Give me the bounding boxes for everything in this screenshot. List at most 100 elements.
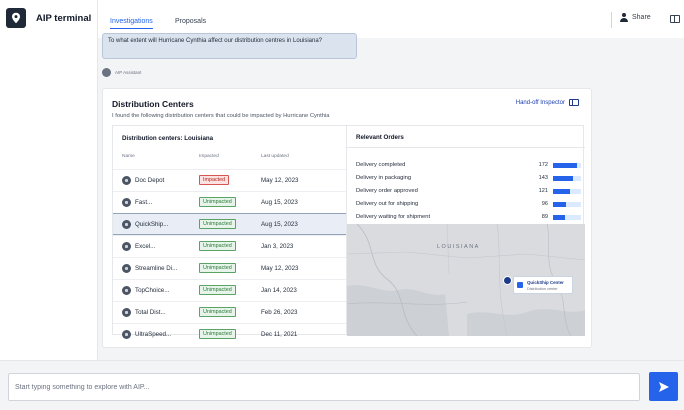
order-count: 121 — [538, 188, 548, 194]
order-count: 96 — [541, 201, 548, 207]
inspector-panel-icon — [569, 99, 579, 106]
distribution-table: Distribution centers: Louisiana Name Imp… — [113, 126, 347, 339]
order-bar-track — [553, 215, 581, 220]
status-badge: Unimpacted — [199, 241, 236, 251]
composer — [0, 360, 684, 410]
status-badge: Unimpacted — [199, 197, 236, 207]
app-title: AIP terminal — [36, 13, 92, 24]
tooltip-subtitle: Distribution center — [527, 287, 558, 291]
row-last-updated: May 12, 2023 — [261, 265, 299, 272]
app-rail: AIP terminal — [0, 0, 98, 410]
warehouse-icon — [122, 242, 131, 251]
tooltip-title: QuickShip Center — [527, 280, 564, 285]
order-bar — [553, 163, 577, 168]
share-button[interactable]: Share — [620, 13, 651, 22]
row-name: Excel... — [135, 243, 156, 250]
row-last-updated: Jan 14, 2023 — [261, 287, 297, 294]
table-row[interactable]: TopChoice... Unimpacted Jan 14, 2023 — [113, 279, 346, 301]
person-icon — [620, 13, 628, 22]
order-bar — [553, 176, 573, 181]
map[interactable]: LOUISIANA QuickShip Center Distribution … — [347, 224, 585, 336]
warehouse-icon — [122, 198, 131, 207]
order-bar-track — [553, 163, 581, 168]
order-bar — [553, 215, 566, 220]
order-bar-track — [553, 189, 581, 194]
order-bar — [553, 189, 570, 194]
table-row[interactable]: QuickShip... Unimpacted Aug 15, 2023 — [113, 213, 346, 235]
relevant-orders-pane: Relevant Orders Delivery completed 172 Del… — [347, 126, 585, 336]
status-badge: Impacted — [199, 175, 230, 185]
warehouse-icon — [122, 308, 131, 317]
order-label: Delivery in packaging — [356, 175, 412, 181]
warehouse-icon — [122, 264, 131, 273]
column-header-name[interactable]: Name — [122, 154, 135, 159]
table-row[interactable]: Fast... Unimpacted Aug 15, 2023 — [113, 191, 346, 213]
distribution-centers-card: Distribution Centers I found the followi… — [102, 88, 592, 348]
warehouse-icon — [122, 286, 131, 295]
row-name: Doc Depot — [135, 177, 165, 184]
app-window: AIP terminal Investigations Proposals Sh… — [0, 0, 684, 410]
order-count: 172 — [538, 162, 548, 168]
orders-title: Relevant Orders — [356, 134, 404, 141]
warehouse-icon — [122, 220, 131, 229]
order-row[interactable]: Delivery waiting for shipment 89 — [356, 212, 581, 224]
order-row[interactable]: Delivery completed 172 — [356, 160, 581, 172]
map-tooltip: QuickShip Center Distribution center — [513, 276, 573, 294]
row-last-updated: Aug 15, 2023 — [261, 221, 298, 228]
row-name: Total Dist... — [135, 309, 166, 316]
row-name: UltraSpeed... — [135, 331, 172, 338]
handoff-inspector-button[interactable]: Hand-off Inspector — [516, 99, 579, 106]
status-badge: Unimpacted — [199, 285, 236, 295]
table-title: Distribution centers: Louisiana — [122, 135, 214, 142]
tab-proposals[interactable]: Proposals — [175, 18, 206, 25]
card-body: Distribution centers: Louisiana Name Imp… — [112, 125, 585, 339]
row-last-updated: Feb 26, 2023 — [261, 309, 298, 316]
user-message: To what extent will Hurricane Cynthia af… — [102, 33, 357, 59]
column-header-updated[interactable]: Last updated — [261, 154, 289, 159]
panel-toggle-icon[interactable] — [670, 15, 680, 23]
table-row[interactable]: UltraSpeed... Unimpacted Dec 11, 2021 — [113, 323, 346, 345]
tab-investigations[interactable]: Investigations — [110, 18, 153, 29]
map-region-label: LOUISIANA — [437, 244, 480, 250]
table-row[interactable]: Doc Depot Impacted May 12, 2023 — [113, 169, 346, 191]
row-name: TopChoice... — [135, 287, 170, 294]
card-title: Distribution Centers — [112, 99, 194, 109]
status-badge: Unimpacted — [199, 219, 236, 229]
warehouse-icon — [517, 282, 523, 288]
status-badge: Unimpacted — [199, 263, 236, 273]
assistant-header: AIP Assistant — [102, 68, 141, 77]
column-header-impacted[interactable]: Impacted — [199, 154, 219, 159]
order-count: 143 — [538, 175, 548, 181]
order-label: Delivery out for shipping — [356, 201, 419, 207]
send-arrow-icon — [658, 381, 669, 392]
row-last-updated: May 12, 2023 — [261, 177, 299, 184]
map-marker[interactable] — [503, 276, 512, 285]
conversation-area: To what extent will Hurricane Cynthia af… — [98, 33, 684, 358]
table-row[interactable]: Total Dist... Unimpacted Feb 26, 2023 — [113, 301, 346, 323]
order-label: Delivery order approved — [356, 188, 418, 194]
location-pin-icon[interactable] — [6, 8, 26, 28]
order-bar-track — [553, 176, 581, 181]
chat-input[interactable] — [8, 373, 640, 401]
handoff-label: Hand-off Inspector — [515, 99, 565, 106]
order-label: Delivery waiting for shipment — [356, 214, 431, 220]
warehouse-icon — [122, 330, 131, 339]
row-last-updated: Aug 15, 2023 — [261, 199, 298, 206]
send-button[interactable] — [649, 372, 678, 401]
order-row[interactable]: Delivery out for shipping 96 — [356, 199, 581, 211]
table-row[interactable]: Excel... Unimpacted Jan 3, 2023 — [113, 235, 346, 257]
row-last-updated: Jan 3, 2023 — [261, 243, 294, 250]
order-row[interactable]: Delivery order approved 121 — [356, 186, 581, 198]
status-badge: Unimpacted — [199, 307, 236, 317]
share-label: Share — [632, 14, 651, 21]
card-subtitle: I found the following distribution cente… — [112, 113, 330, 119]
row-last-updated: Dec 11, 2021 — [261, 331, 298, 338]
order-label: Delivery completed — [356, 162, 406, 168]
assistant-avatar — [102, 68, 111, 77]
order-bar — [553, 202, 567, 207]
table-row[interactable]: Streamline Di... Unimpacted May 12, 2023 — [113, 257, 346, 279]
order-row[interactable]: Delivery in packaging 143 — [356, 173, 581, 185]
row-name: Streamline Di... — [135, 265, 178, 272]
order-count: 89 — [541, 214, 548, 220]
divider — [611, 12, 612, 28]
